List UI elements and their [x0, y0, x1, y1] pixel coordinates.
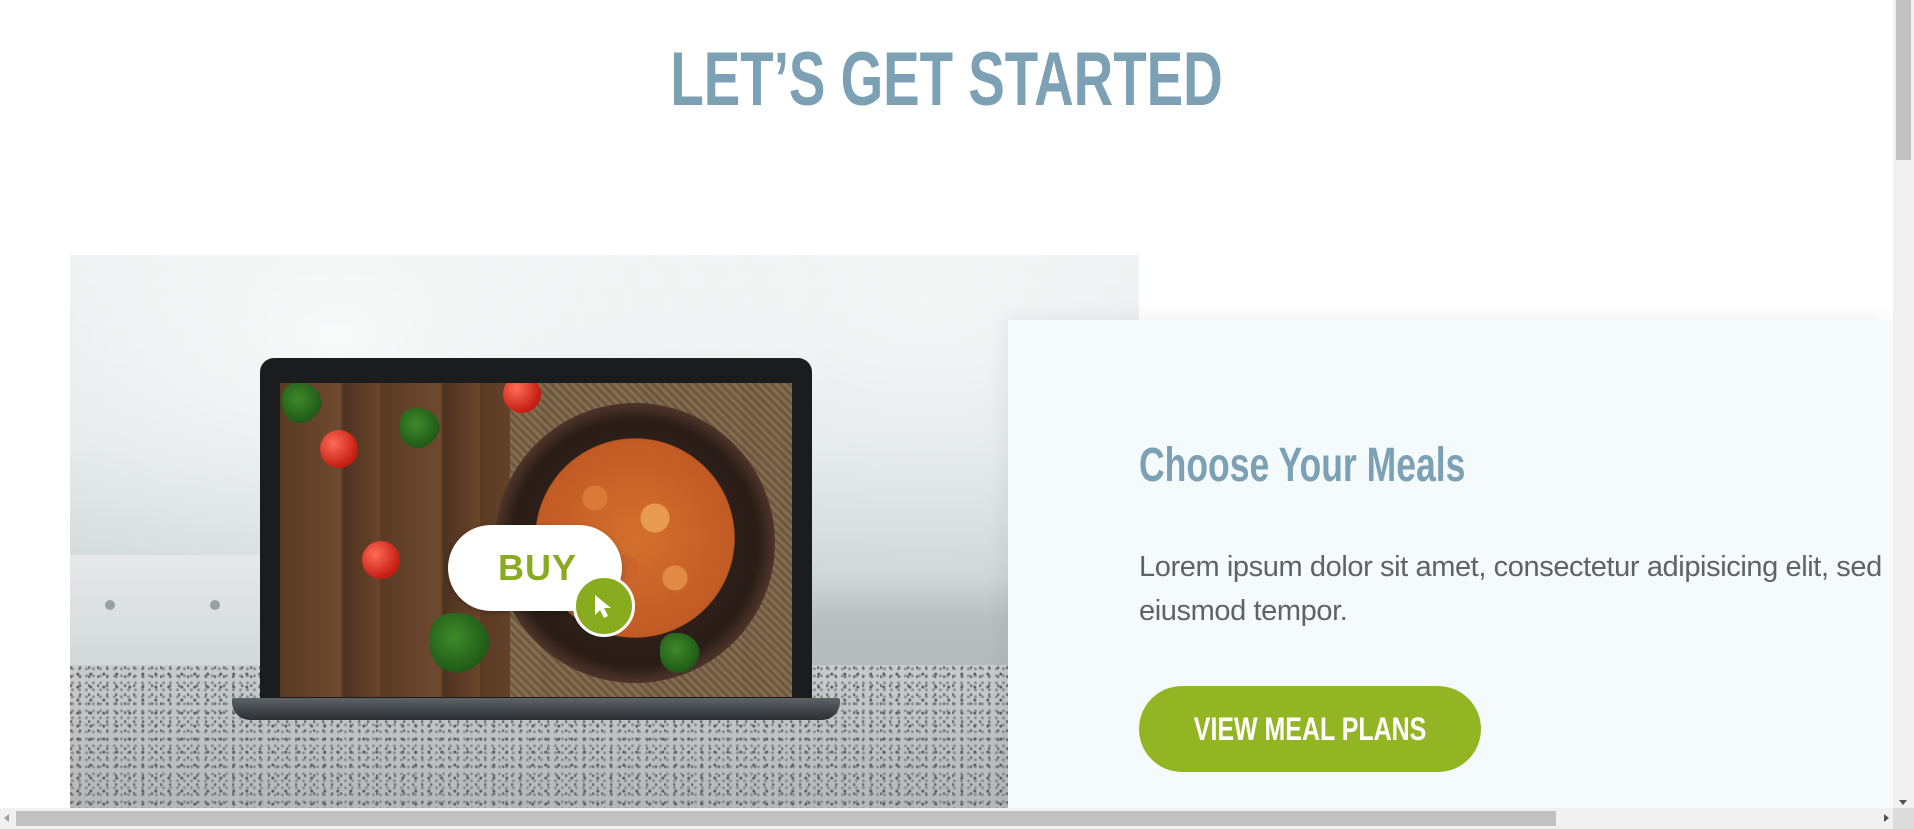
- horizontal-scrollbar-thumb[interactable]: [16, 811, 1556, 826]
- buy-label: BUY: [498, 547, 578, 588]
- scroll-down-arrow-icon[interactable]: [1899, 800, 1907, 805]
- scroll-left-arrow-icon[interactable]: [4, 814, 9, 822]
- parsley-garnish: [400, 408, 440, 448]
- parsley-garnish: [282, 383, 322, 423]
- card-body-text: Lorem ipsum dolor sit amet, consectetur …: [1139, 551, 1882, 627]
- cherry-tomato: [320, 430, 358, 468]
- horizontal-scrollbar[interactable]: [0, 808, 1893, 829]
- page-viewport: LET’S GET STARTED BUY Choose Your Meals …: [0, 0, 1914, 829]
- vertical-scrollbar[interactable]: [1893, 0, 1914, 808]
- view-meal-plans-label: VIEW MEAL PLANS: [1193, 710, 1427, 747]
- info-card: Choose Your Meals Lorem ipsum dolor sit …: [1008, 320, 1893, 809]
- hero-image-laptop: BUY: [70, 255, 1139, 808]
- cherry-tomato: [362, 541, 400, 579]
- card-heading: Choose Your Meals: [1139, 439, 1466, 492]
- scrollbar-corner: [1893, 808, 1914, 829]
- parsley-garnish: [660, 633, 700, 673]
- cabinet-knob: [210, 600, 220, 610]
- page-title: LET’S GET STARTED: [670, 37, 1223, 122]
- view-meal-plans-button[interactable]: VIEW MEAL PLANS: [1139, 686, 1481, 772]
- laptop-screen: BUY: [280, 383, 792, 697]
- cursor-arrow-icon-glyph: [595, 595, 611, 618]
- laptop: BUY: [232, 358, 840, 720]
- cursor-arrow-icon: [573, 575, 635, 637]
- cabinet-knob: [105, 600, 115, 610]
- laptop-base: [232, 698, 840, 720]
- scroll-right-arrow-icon[interactable]: [1884, 814, 1889, 822]
- parsley-garnish: [430, 613, 490, 673]
- vertical-scrollbar-thumb[interactable]: [1896, 0, 1911, 160]
